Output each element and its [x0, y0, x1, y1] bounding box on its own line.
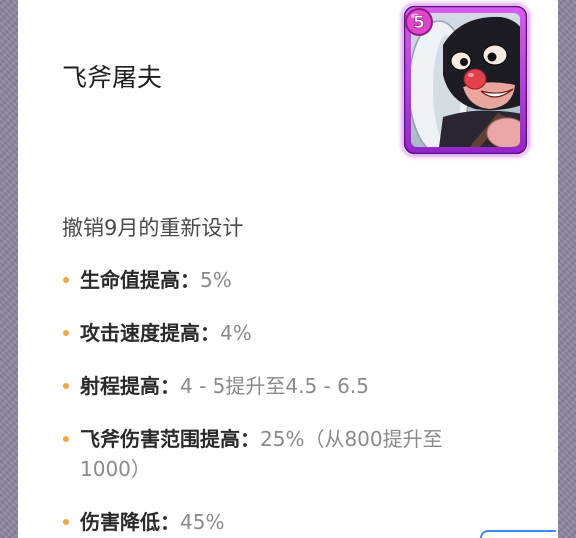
list-item: 射程提高：4 - 5提升至4.5 - 6.5 [62, 371, 470, 401]
change-label: 攻击速度提高： [80, 321, 220, 345]
article-panel: 飞斧屠夫 5 撤销9月的重新设计 生命值提高：5% 攻击速度提高：4% 射程提高… [18, 0, 558, 538]
section-heading: 撤销9月的重新设计 [62, 216, 244, 240]
change-label: 生命值提高： [80, 268, 200, 292]
left-pupil [460, 58, 468, 66]
balance-change-list: 生命值提高：5% 攻击速度提高：4% 射程提高：4 - 5提升至4.5 - 6.… [62, 265, 470, 537]
executioner-card-art: 5 [403, 5, 528, 155]
bullet-dot-icon [63, 436, 69, 442]
nose-highlight [468, 73, 474, 77]
elixir-cost-text: 5 [413, 13, 425, 33]
list-item: 飞斧伤害范围提高：25%（从800提升至1000） [62, 424, 470, 484]
change-value: 4% [220, 321, 252, 345]
floating-action-button[interactable] [480, 530, 556, 538]
change-label: 伤害降低： [80, 510, 180, 534]
change-label: 飞斧伤害范围提高： [80, 427, 260, 451]
list-item: 攻击速度提高：4% [62, 318, 470, 348]
bullet-dot-icon [63, 277, 69, 283]
right-pupil [487, 52, 497, 62]
card-title: 飞斧屠夫 [62, 63, 163, 92]
change-value: 45% [180, 510, 225, 534]
executioner-card-image: 5 [403, 5, 528, 155]
bullet-dot-icon [63, 383, 69, 389]
elixir-badge: 5 [405, 8, 433, 36]
change-label: 射程提高： [80, 374, 180, 398]
list-item: 伤害降低：45% [62, 507, 470, 537]
bullet-dot-icon [63, 519, 69, 525]
bullet-dot-icon [63, 330, 69, 336]
list-item: 生命值提高：5% [62, 265, 470, 295]
card-illustration [411, 13, 520, 147]
character-nose [463, 68, 487, 90]
change-value: 5% [200, 268, 232, 292]
change-value: 4 - 5提升至4.5 - 6.5 [180, 374, 369, 398]
